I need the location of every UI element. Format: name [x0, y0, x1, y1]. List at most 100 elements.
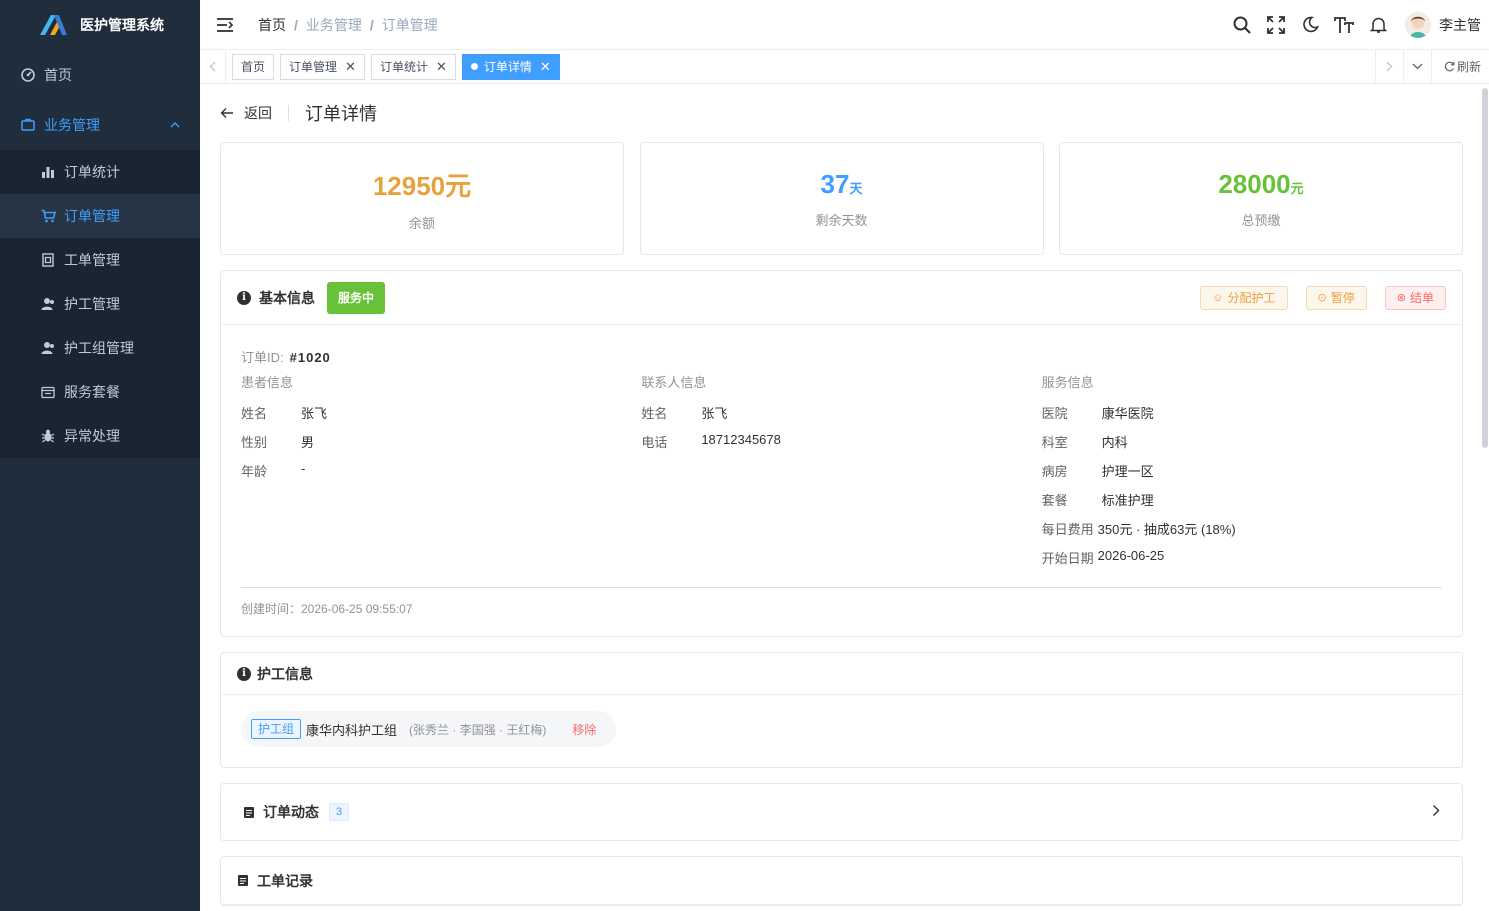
- active-dot-icon: [470, 63, 478, 70]
- field-value: 护理一区: [1101, 464, 1154, 479]
- patient-info: 患者信息 姓名 张飞 性别 男 年龄 -: [241, 372, 641, 577]
- status-badge: 服务中: [327, 281, 386, 314]
- field-label: 电话: [641, 435, 668, 450]
- sidebar-item-nurse-group-manage[interactable]: 护工组管理: [0, 326, 200, 370]
- info-row: 医院 康华医院: [1042, 403, 1442, 432]
- info-row: 开始日期 2026-06-25: [1042, 548, 1442, 577]
- info-columns: 患者信息 姓名 张飞 性别 男 年龄 - 联系人信息 姓名 张飞 电话 187123456…: [241, 372, 1442, 577]
- tags-bar: 首页 订单管理 ✕ 订单统计 ✕ 订单详情 ✕ 刷新: [200, 49, 1489, 84]
- pause-button[interactable]: ⊙ 暂停: [1305, 285, 1367, 310]
- close-icon[interactable]: ✕: [345, 59, 356, 75]
- tags-list: 首页 订单管理 ✕ 订单统计 ✕ 订单详情 ✕: [226, 53, 1375, 80]
- chevron-down-icon: [1412, 63, 1423, 70]
- chevron-right-icon: [1432, 804, 1440, 820]
- cart-icon: [40, 208, 56, 224]
- info-row: 电话 18712345678: [641, 432, 1041, 461]
- field-value: 张飞: [301, 406, 328, 421]
- stat-number: 28000: [1218, 168, 1291, 199]
- chevron-right-icon: [1386, 61, 1393, 72]
- sidebar-item-order-manage[interactable]: 订单管理: [0, 194, 200, 238]
- order-id: 订单ID: #1020: [241, 347, 1442, 366]
- order-id-label: 订单ID:: [241, 350, 284, 365]
- card-title: 工单记录: [257, 872, 313, 889]
- tag-order-manage[interactable]: 订单管理 ✕: [280, 53, 365, 80]
- info-row: 年龄 -: [241, 461, 641, 490]
- back-button[interactable]: 返回: [220, 103, 272, 123]
- sidebar-item-nurse-manage[interactable]: 护工管理: [0, 282, 200, 326]
- sidebar-item-label: 订单统计: [64, 164, 120, 180]
- nurse-group-members: (张秀兰 · 李国强 · 王红梅): [409, 722, 547, 737]
- sidebar-item-label: 护工组管理: [64, 340, 134, 356]
- sidebar-item-home[interactable]: 首页: [0, 50, 200, 100]
- stat-value: 28000元: [1218, 169, 1303, 200]
- chevron-left-icon: [209, 61, 216, 72]
- tag-order-stats[interactable]: 订单统计 ✕: [370, 53, 456, 80]
- username[interactable]: 李主管: [1439, 15, 1481, 35]
- app-logo[interactable]: 医护管理系统: [0, 0, 200, 50]
- field-value: 康华医院: [1101, 406, 1154, 421]
- nurse-group-tag: 护工组: [251, 719, 302, 739]
- tags-actions: 刷新: [1374, 49, 1489, 84]
- field-value: -: [301, 461, 306, 476]
- created-time: 创建时间：2026-06-25 09:55:07: [241, 602, 413, 616]
- scrollbar-thumb[interactable]: [1482, 88, 1488, 448]
- navbar-actions: 李主管: [1225, 10, 1489, 40]
- tags-scroll-left[interactable]: [200, 49, 226, 84]
- finish-order-button[interactable]: ⊗ 结单: [1384, 285, 1446, 310]
- field-value: 2026-06-25: [1097, 548, 1165, 563]
- group-icon: [40, 340, 56, 356]
- breadcrumb-separator: /: [294, 16, 298, 33]
- font-size-icon[interactable]: [1327, 10, 1361, 40]
- tags-scroll-right[interactable]: [1374, 49, 1403, 84]
- close-icon[interactable]: ✕: [436, 59, 447, 75]
- card-header: i 基本信息 服务中 ☺ 分配护工 ⊙ 暂停 ⊗ 结单: [221, 271, 1462, 325]
- field-label: 科室: [1041, 435, 1068, 450]
- tag-home[interactable]: 首页: [232, 53, 275, 80]
- bar-chart-icon: [40, 164, 56, 180]
- ticket-icon: [40, 252, 56, 268]
- chevron-up-icon: [170, 119, 180, 131]
- sidebar-item-service-package[interactable]: 服务套餐: [0, 370, 200, 414]
- refresh-button[interactable]: 刷新: [1430, 49, 1489, 84]
- sidebar-item-order-stats[interactable]: 订单统计: [0, 150, 200, 194]
- document-icon: [244, 806, 254, 818]
- order-dynamics-toggle[interactable]: 订单动态 3: [221, 784, 1462, 840]
- sidebar-item-label: 工单管理: [64, 252, 120, 268]
- submenu-business: 订单统计 订单管理 工单管理 护工管理 护工组管理 服务套餐 异常处理: [0, 150, 200, 458]
- app-title: 医护管理系统: [80, 17, 164, 33]
- stat-unit: 元: [1290, 180, 1304, 196]
- tag-order-detail[interactable]: 订单详情 ✕: [461, 53, 560, 80]
- section-header: 联系人信息: [641, 375, 707, 390]
- sidebar-item-business[interactable]: 业务管理: [0, 100, 200, 150]
- card-body: 护工组 康华内科护工组 (张秀兰 · 李国强 · 王红梅) 移除: [221, 695, 1462, 767]
- breadcrumb-item-business[interactable]: 业务管理: [306, 15, 362, 35]
- assign-nurse-button[interactable]: ☺ 分配护工: [1200, 285, 1288, 310]
- avatar[interactable]: [1405, 11, 1431, 38]
- stat-number: 37: [820, 168, 850, 199]
- tags-dropdown[interactable]: [1402, 49, 1431, 84]
- hamburger-icon[interactable]: [214, 14, 236, 36]
- bell-icon[interactable]: [1361, 10, 1395, 40]
- sidebar-item-exception[interactable]: 异常处理: [0, 414, 200, 458]
- service-info: 服务信息 医院 康华医院 科室 内科 病房 护理一区 套餐 标准护理 每日费用 350元 …: [1042, 372, 1442, 577]
- moon-icon[interactable]: [1293, 10, 1327, 40]
- fullscreen-icon[interactable]: [1259, 10, 1293, 40]
- field-label: 病房: [1041, 464, 1068, 479]
- card-body: 订单ID: #1020 患者信息 姓名 张飞 性别 男 年龄 - 联系人信息 姓名 张飞 …: [221, 325, 1462, 636]
- sidebar-item-ticket-manage[interactable]: 工单管理: [0, 238, 200, 282]
- remove-nurse-group-button[interactable]: 移除: [572, 721, 596, 738]
- field-label: 年龄: [241, 464, 268, 479]
- logo-icon: [40, 15, 67, 35]
- refresh-label: 刷新: [1456, 60, 1481, 74]
- card-header: i 护工信息: [221, 653, 1462, 695]
- scrollbar[interactable]: [1481, 84, 1489, 911]
- order-dynamics-card: 订单动态 3: [220, 783, 1463, 841]
- stat-value: 37天: [821, 169, 863, 200]
- refresh-icon: [1444, 61, 1455, 72]
- basic-info-card: i 基本信息 服务中 ☺ 分配护工 ⊙ 暂停 ⊗ 结单 订单ID: #1020 患者信息…: [220, 270, 1463, 637]
- breadcrumb-item-home[interactable]: 首页: [258, 15, 286, 35]
- button-label: 分配护工: [1227, 291, 1276, 305]
- search-icon[interactable]: [1225, 10, 1259, 40]
- work-records-card: 工单记录: [220, 856, 1463, 906]
- close-icon[interactable]: ✕: [540, 59, 551, 75]
